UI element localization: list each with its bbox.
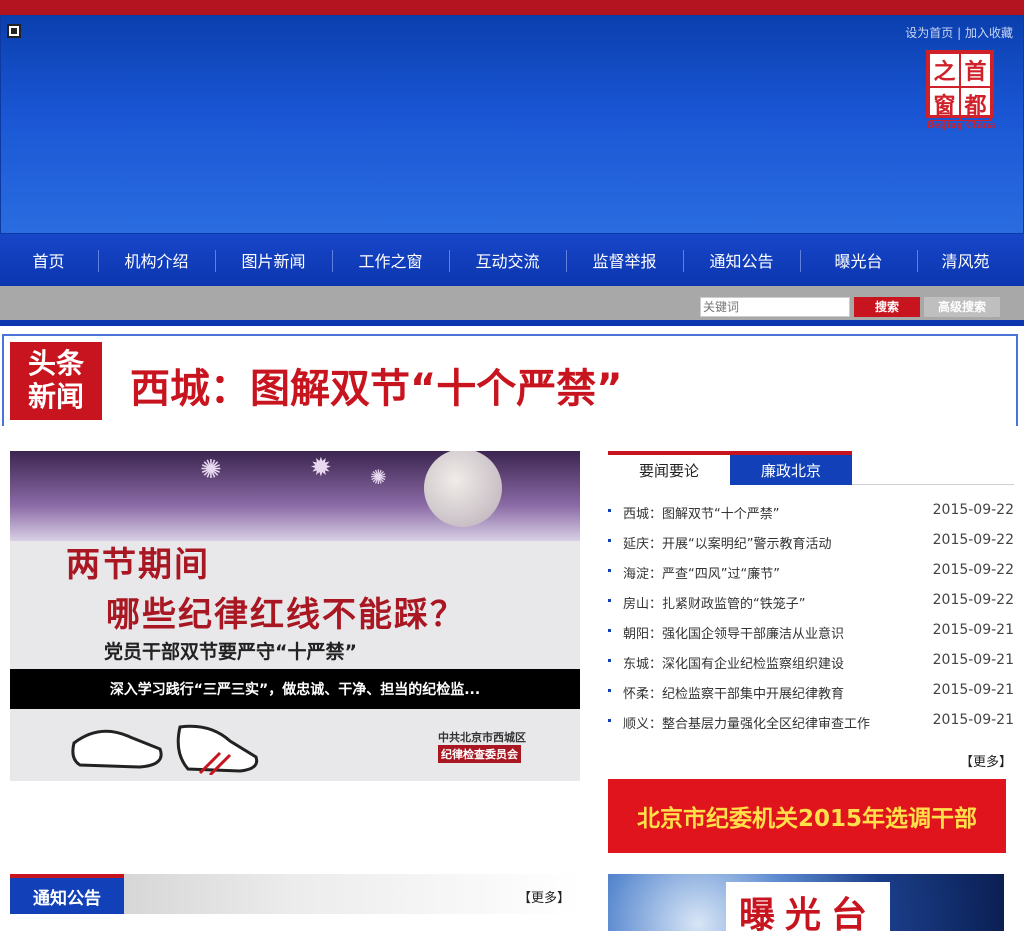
news-date: 2015-09-22 [932, 592, 1014, 608]
exposure-banner-label: 曝光台 [726, 882, 890, 931]
notice-title: 通知公告 [10, 874, 124, 914]
header-banner: 设为首页 | 加入收藏 [0, 15, 1024, 234]
news-date: 2015-09-22 [932, 532, 1014, 548]
news-title[interactable]: 朝阳：强化国企领导干部廉洁从业意识 [623, 623, 844, 642]
bullet-icon [608, 689, 611, 692]
list-item: 顺义：整合基层力量强化全区纪律审查工作 2015-09-21 [608, 707, 1014, 737]
news-date: 2015-09-21 [932, 652, 1014, 668]
list-item: 西城：图解双节“十个严禁” 2015-09-22 [608, 497, 1014, 527]
bullet-icon [608, 629, 611, 632]
slide-headline-2: 哪些纪律红线不能踩？ [106, 595, 466, 635]
logo-subtitle: Beijing China [926, 121, 996, 131]
slide-org-dept: 纪律检查委员会 [438, 745, 521, 763]
firework-icon: ✹ [310, 453, 332, 483]
list-item: 延庆：开展“以案明纪”警示教育活动 2015-09-22 [608, 527, 1014, 557]
moon-graphic [424, 451, 502, 527]
search-button[interactable]: 搜索 [854, 297, 920, 317]
news-title[interactable]: 房山：扎紧财政监管的“铁笼子” [623, 593, 805, 612]
nav-exposure[interactable]: 曝光台 [800, 234, 917, 286]
headline-title[interactable]: 西城：图解双节“十个严禁” [130, 356, 623, 414]
list-item: 朝阳：强化国企领导干部廉洁从业意识 2015-09-21 [608, 617, 1014, 647]
search-input[interactable] [700, 297, 850, 317]
news-tabs: 要闻要论 廉政北京 [608, 451, 1014, 485]
nav-qingfeng[interactable]: 清风苑 [907, 234, 1024, 286]
notice-section-header: 通知公告 【更多】 [10, 874, 580, 914]
headline-badge-line2: 新闻 [27, 380, 84, 413]
news-title[interactable]: 海淀：严查“四风”过“廉节” [623, 563, 780, 582]
exposure-banner[interactable]: 曝光台 [608, 874, 1004, 931]
news-title[interactable]: 顺义：整合基层力量强化全区纪律审查工作 [623, 713, 870, 732]
shoe-illustration [71, 724, 259, 775]
notice-more-link[interactable]: 【更多】 [518, 887, 570, 906]
logo-char-3: 窗 [929, 87, 960, 121]
news-title[interactable]: 怀柔：纪检监察干部集中开展纪律教育 [623, 683, 844, 702]
headline-badge-line1: 头条 [27, 347, 84, 380]
news-date: 2015-09-21 [932, 622, 1014, 638]
slide-org-name: 中共北京市西城区 [438, 731, 526, 744]
recruitment-banner[interactable]: 北京市纪委机关2015年选调干部 [608, 779, 1006, 853]
news-title[interactable]: 西城：图解双节“十个严禁” [623, 503, 779, 522]
bullet-icon [608, 599, 611, 602]
nav-interaction[interactable]: 互动交流 [449, 234, 566, 286]
list-item: 房山：扎紧财政监管的“铁笼子” 2015-09-22 [608, 587, 1014, 617]
site-logo[interactable]: 之 首 窗 都 [926, 50, 994, 121]
logo-char-0: 首 [960, 53, 991, 87]
nav-about[interactable]: 机构介绍 [98, 234, 215, 286]
headline-news: 头条 新闻 西城：图解双节“十个严禁” [2, 334, 1018, 426]
news-title[interactable]: 东城：深化国有企业纪检监察组织建设 [623, 653, 844, 672]
tab-key-news[interactable]: 要闻要论 [608, 451, 730, 485]
nav-report[interactable]: 监督举报 [566, 234, 683, 286]
top-red-bar [0, 0, 1024, 15]
tab-clean-beijing[interactable]: 廉政北京 [730, 451, 852, 485]
advanced-search-button[interactable]: 高级搜索 [924, 297, 1000, 317]
add-favorite-link[interactable]: 加入收藏 [965, 26, 1013, 40]
main-nav: 首页 机构介绍 图片新闻 工作之窗 互动交流 监督举报 通知公告 曝光台 清风苑 [0, 234, 1024, 286]
photo-news-slide[interactable]: ✺ ✹ ✺ 两节期间 哪些纪律红线不能踩？ 党员干部双节要严守“十严禁” 深入学… [10, 451, 580, 781]
nav-photo-news[interactable]: 图片新闻 [215, 234, 332, 286]
bullet-icon [608, 569, 611, 572]
nav-home[interactable]: 首页 [0, 234, 107, 286]
slide-headline-1: 两节期间 [66, 545, 210, 585]
logo-char-1: 之 [929, 53, 960, 87]
top-links-separator: | [953, 26, 965, 40]
news-date: 2015-09-21 [932, 712, 1014, 728]
bullet-icon [608, 719, 611, 722]
news-date: 2015-09-21 [932, 682, 1014, 698]
news-date: 2015-09-22 [932, 502, 1014, 518]
news-list: 西城：图解双节“十个严禁” 2015-09-22 延庆：开展“以案明纪”警示教育活… [608, 497, 1014, 737]
list-item: 东城：深化国有企业纪检监察组织建设 2015-09-21 [608, 647, 1014, 677]
bullet-icon [608, 659, 611, 662]
logo-char-2: 都 [960, 87, 991, 121]
slide-caption[interactable]: 深入学习践行“三严三实”，做忠诚、干净、担当的纪检监... [10, 669, 580, 709]
nav-work-window[interactable]: 工作之窗 [332, 234, 449, 286]
slide-headline-3: 党员干部双节要严守“十严禁” [104, 641, 357, 663]
nav-notice[interactable]: 通知公告 [683, 234, 800, 286]
search-bar: 搜索 高级搜索 [0, 286, 1024, 326]
news-title[interactable]: 延庆：开展“以案明纪”警示教育活动 [623, 533, 831, 552]
slide-sky: ✺ ✹ ✺ [10, 451, 580, 541]
firework-icon: ✺ [200, 455, 222, 485]
set-homepage-link[interactable]: 设为首页 [905, 26, 953, 40]
news-date: 2015-09-22 [932, 562, 1014, 578]
firework-icon: ✺ [370, 465, 387, 489]
list-item: 怀柔：纪检监察干部集中开展纪律教育 2015-09-21 [608, 677, 1014, 707]
news-more-link[interactable]: 【更多】 [960, 751, 1012, 770]
bullet-icon [608, 539, 611, 542]
list-item: 海淀：严查“四风”过“廉节” 2015-09-22 [608, 557, 1014, 587]
bullet-icon [608, 509, 611, 512]
window-icon[interactable] [7, 24, 21, 38]
top-links: 设为首页 | 加入收藏 [905, 24, 1013, 41]
headline-badge: 头条 新闻 [10, 342, 102, 420]
